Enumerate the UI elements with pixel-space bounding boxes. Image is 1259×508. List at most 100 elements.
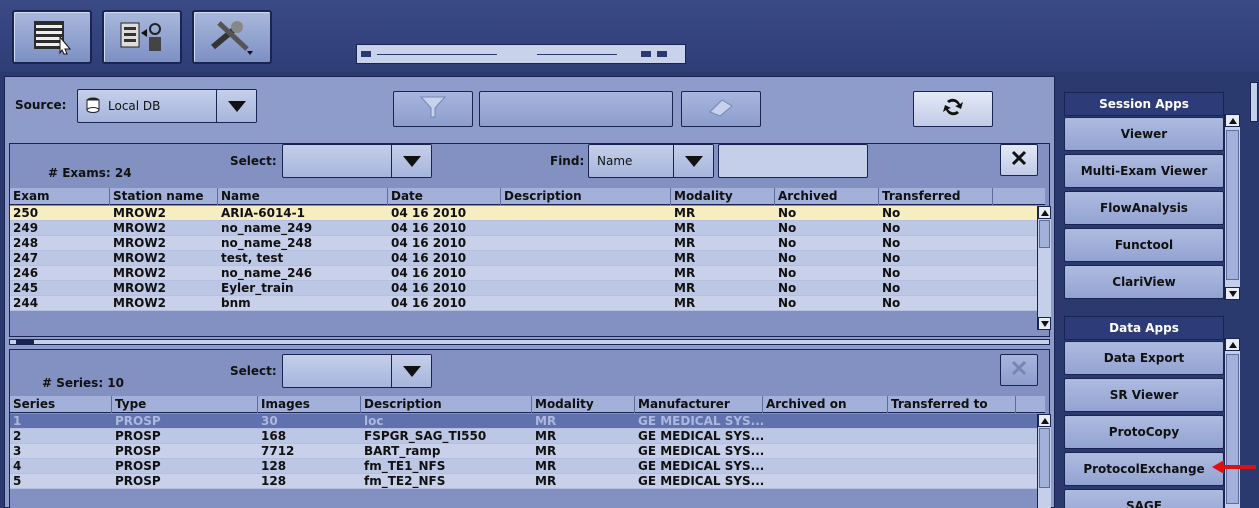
app-button-functool[interactable]: Functool [1064, 228, 1224, 262]
table-cell: 168 [261, 429, 287, 443]
app-button-data-export[interactable]: Data Export [1064, 341, 1224, 375]
tools-button[interactable] [192, 10, 272, 64]
scroll-up-icon[interactable] [1225, 114, 1240, 127]
table-row[interactable]: 3 PROSP 7712 BART_ramp MR GE MEDICAL SYS... [10, 444, 1040, 459]
table-row[interactable]: 2 PROSP 168 FSPGR_SAG_TI550 MR GE MEDICAL SYS… [10, 429, 1040, 444]
source-value: Local DB [108, 99, 161, 113]
series-scrollbar[interactable] [1037, 414, 1051, 508]
table-cell: 3 [13, 444, 22, 458]
column-header[interactable]: Type [112, 396, 258, 413]
column-header[interactable]: Station name [110, 188, 218, 205]
table-cell: MR [535, 474, 557, 488]
column-header[interactable]: Exam [10, 188, 110, 205]
scroll-thumb[interactable] [1039, 428, 1050, 488]
column-header[interactable]: Archived [775, 188, 879, 205]
column-header[interactable]: Series [10, 396, 112, 413]
find-field-dropdown[interactable]: Name [588, 144, 714, 178]
eraser-button[interactable] [681, 91, 761, 127]
table-cell [763, 444, 888, 458]
column-header[interactable]: Modality [671, 188, 775, 205]
patient-browser-panel: Source: Local DB # Exams: 24 Select: Fin… [4, 76, 1055, 508]
table-row[interactable]: 245 MROW2 Eyler_train 04 16 2010 MR No No [10, 281, 1040, 296]
chevron-down-icon[interactable] [673, 145, 713, 177]
table-cell: 244 [13, 296, 39, 310]
table-row[interactable]: 5 PROSP 128 fm_TE2_NFS MR GE MEDICAL SYS... [10, 474, 1040, 489]
table-cell: GE MEDICAL SYS... [638, 429, 763, 443]
table-row[interactable]: 250 MROW2 ARIA-6014-1 04 16 2010 MR No No [10, 206, 1040, 221]
exam-count: # Exams: 24 [48, 166, 132, 180]
app-button-sage[interactable]: SAGE [1064, 489, 1224, 508]
browser-list-button[interactable] [12, 10, 92, 64]
session-apps-scrollbar[interactable] [1224, 114, 1240, 300]
column-header[interactable]: Transferred to [888, 396, 1016, 413]
table-row[interactable]: 4 PROSP 128 fm_TE1_NFS MR GE MEDICAL SYS... [10, 459, 1040, 474]
table-cell: No [778, 266, 797, 280]
chevron-down-icon[interactable] [391, 355, 431, 387]
column-header[interactable]: Description [501, 188, 671, 205]
scroll-thumb[interactable] [1226, 130, 1239, 280]
data-apps-scrollbar[interactable] [1224, 338, 1240, 508]
column-header[interactable]: Archived on [763, 396, 888, 413]
table-cell: No [882, 266, 901, 280]
scroll-thumb[interactable] [1039, 220, 1050, 248]
table-cell: GE MEDICAL SYS... [638, 474, 763, 488]
table-cell: GE MEDICAL SYS... [638, 414, 763, 428]
scroll-down-icon[interactable] [1225, 287, 1240, 300]
app-button-multi-exam-viewer[interactable]: Multi-Exam Viewer [1064, 154, 1224, 188]
exam-select-dropdown[interactable] [282, 144, 432, 178]
pane-splitter[interactable] [9, 339, 1050, 345]
table-row[interactable]: 248 MROW2 no_name_248 04 16 2010 MR No No [10, 236, 1040, 251]
exam-select-label: Select: [230, 154, 277, 168]
app-button-sr-viewer[interactable]: SR Viewer [1064, 378, 1224, 412]
table-cell: No [778, 236, 797, 250]
filter-button[interactable] [393, 91, 473, 127]
table-cell: MROW2 [113, 251, 166, 265]
network-transfer-button[interactable] [102, 10, 182, 64]
app-button-viewer[interactable]: Viewer [1064, 117, 1224, 151]
table-cell: 2 [13, 429, 22, 443]
app-button-protocolexchange[interactable]: ProtocolExchange [1064, 452, 1224, 486]
exams-section: # Exams: 24 Select: Find: Name Exam Stati… [9, 143, 1051, 337]
source-dropdown[interactable]: Local DB [77, 89, 257, 123]
column-header[interactable]: Modality [532, 396, 635, 413]
table-cell [501, 221, 671, 235]
column-header[interactable]: Date [388, 188, 501, 205]
series-select-dropdown[interactable] [282, 354, 432, 388]
table-row[interactable]: 244 MROW2 bnm 04 16 2010 MR No No [10, 296, 1040, 311]
column-header[interactable]: Transferred [879, 188, 993, 205]
panel-collapse-handle[interactable] [1250, 82, 1258, 122]
table-row[interactable]: 246 MROW2 no_name_246 04 16 2010 MR No No [10, 266, 1040, 281]
column-header[interactable]: Name [218, 188, 388, 205]
scroll-down-icon[interactable] [1038, 317, 1051, 330]
column-header[interactable]: Images [258, 396, 361, 413]
table-cell: No [882, 251, 901, 265]
find-input[interactable] [718, 144, 868, 178]
chevron-down-icon[interactable] [391, 145, 431, 177]
table-row[interactable]: 247 MROW2 test, test 04 16 2010 MR No No [10, 251, 1040, 266]
clear-series-button[interactable] [1000, 354, 1038, 386]
table-cell: 246 [13, 266, 39, 280]
clear-find-button[interactable] [1000, 144, 1038, 176]
chevron-down-icon[interactable] [216, 90, 256, 122]
column-header[interactable]: Description [361, 396, 532, 413]
table-cell: 7712 [261, 444, 295, 458]
scroll-thumb[interactable] [1226, 354, 1239, 504]
scroll-up-icon[interactable] [1038, 414, 1051, 427]
scroll-up-icon[interactable] [1038, 206, 1051, 219]
table-cell [763, 474, 888, 488]
app-button-flowanalysis[interactable]: FlowAnalysis [1064, 191, 1224, 225]
app-button-clariview[interactable]: ClariView [1064, 265, 1224, 299]
source-label: Source: [15, 98, 67, 112]
table-row[interactable]: 249 MROW2 no_name_249 04 16 2010 MR No No [10, 221, 1040, 236]
exams-scrollbar[interactable] [1037, 206, 1051, 330]
refresh-button[interactable] [913, 91, 993, 127]
filter-display-field [479, 91, 673, 127]
app-button-protocopy[interactable]: ProtoCopy [1064, 415, 1224, 449]
table-cell [501, 251, 671, 265]
table-row[interactable]: 1 PROSP 30 loc MR GE MEDICAL SYS... [10, 414, 1040, 429]
column-header[interactable]: Manufacturer [635, 396, 763, 413]
scroll-up-icon[interactable] [1225, 338, 1240, 351]
table-cell: No [778, 206, 797, 220]
table-cell: MROW2 [113, 266, 166, 280]
table-cell: 04 16 2010 [391, 206, 467, 220]
